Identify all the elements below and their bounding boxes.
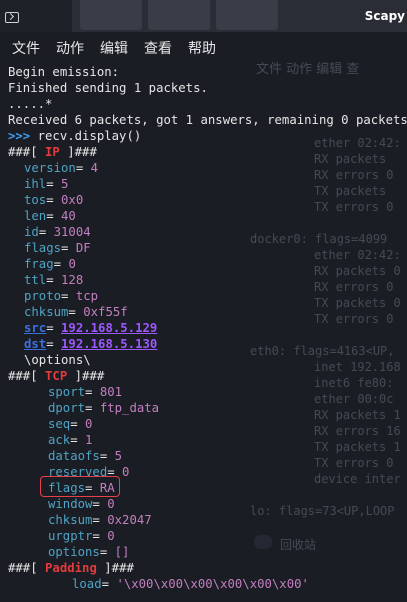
src-address: 192.168.5.129	[61, 321, 158, 335]
field-value: '\x00\x00\x00\x00\x00\x00'	[116, 577, 309, 591]
ip-field: ttl= 128	[24, 273, 84, 287]
field-name: dataofs	[48, 449, 100, 463]
field-value: DF	[75, 241, 91, 255]
taskbar-tabs	[0, 0, 330, 32]
field-name: window	[48, 497, 93, 511]
field-name: sport	[48, 385, 86, 399]
terminal-icon	[5, 12, 19, 23]
ip-field-dst: dst= 192.168.5.130	[24, 337, 158, 351]
field-value: 128	[61, 273, 84, 287]
field-value: 1	[85, 433, 93, 447]
field-name: ack	[48, 433, 71, 447]
output-line: Begin emission:	[8, 65, 120, 79]
output-line: Finished sending 1 packets.	[8, 81, 208, 95]
field-name: dport	[48, 401, 86, 415]
terminal-tab[interactable]	[0, 0, 72, 32]
field-name: tos	[24, 193, 47, 207]
field-value: 0	[107, 497, 115, 511]
options-header: \options\	[24, 353, 91, 367]
field-name: load	[72, 577, 102, 591]
ip-field: proto= tcp	[24, 289, 99, 303]
command-text: recv.display()	[37, 129, 142, 143]
title-bar: Scapy	[0, 0, 407, 32]
layer-name: TCP	[45, 369, 68, 383]
tcp-field: options= []	[48, 545, 130, 559]
menu-file[interactable]: 文件	[12, 38, 40, 58]
taskbar-tab[interactable]	[216, 0, 278, 30]
field-value: 0xf55f	[83, 305, 128, 319]
output-line: Received 6 packets, got 1 answers, remai…	[8, 113, 407, 127]
ip-field: id= 31004	[24, 225, 91, 239]
tcp-field: dataofs= 5	[48, 449, 123, 463]
field-value: 0x0	[61, 193, 84, 207]
ip-field: tos= 0x0	[24, 193, 84, 207]
field-name: seq	[48, 417, 71, 431]
field-name: frag	[24, 257, 54, 271]
field-name: chksum	[48, 513, 93, 527]
output-line: .....*	[8, 97, 53, 111]
field-name: chksum	[24, 305, 69, 319]
field-value: 5	[61, 177, 69, 191]
dst-address: 192.168.5.130	[61, 337, 158, 351]
tcp-field: ack= 1	[48, 433, 93, 447]
field-name: dst	[24, 337, 47, 351]
field-name: src	[24, 321, 47, 335]
taskbar-tab[interactable]	[148, 0, 210, 30]
menu-edit[interactable]: 编辑	[100, 38, 128, 58]
ip-field: flags= DF	[24, 241, 91, 255]
field-value: ftp_data	[99, 401, 160, 415]
terminal-output[interactable]: Begin emission: Finished sending 1 packe…	[0, 60, 407, 602]
tcp-field: window= 0	[48, 497, 115, 511]
field-name: flags	[24, 241, 62, 255]
field-value: 0	[85, 417, 93, 431]
tcp-field: sport= 801	[48, 385, 123, 399]
field-name: options	[48, 545, 100, 559]
field-name: len	[24, 209, 47, 223]
ip-field: chksum= 0xf55f	[24, 305, 128, 319]
menu-bar: 文件 动作 编辑 查看 帮助	[0, 32, 407, 60]
field-value: 5	[114, 449, 123, 463]
field-value: 4	[90, 161, 99, 175]
command-line: >>> recv.display()	[8, 128, 141, 144]
window-title: Scapy	[364, 9, 405, 23]
field-name: version	[24, 161, 76, 175]
prompt: >>>	[8, 129, 31, 143]
field-value: tcp	[75, 289, 99, 303]
field-value: 31004	[53, 225, 91, 239]
field-value: 40	[61, 209, 76, 223]
padding-field: load= '\x00\x00\x00\x00\x00\x00'	[72, 577, 309, 591]
field-value: 0	[107, 529, 115, 543]
field-value: []	[114, 545, 130, 559]
menu-help[interactable]: 帮助	[188, 38, 216, 58]
field-name: id	[24, 225, 39, 239]
field-name: ihl	[24, 177, 47, 191]
field-value: 0	[122, 465, 130, 479]
field-value: 801	[99, 385, 123, 399]
layer-name: Padding	[45, 561, 97, 575]
layer-header-tcp: ###[ TCP ]###	[8, 369, 105, 383]
layer-header-padding: ###[ Padding ]###	[8, 561, 134, 575]
ip-field: ihl= 5	[24, 177, 69, 191]
tcp-field: urgptr= 0	[48, 529, 115, 543]
taskbar-tab[interactable]	[80, 0, 142, 30]
menu-view[interactable]: 查看	[144, 38, 172, 58]
tcp-field: dport= ftp_data	[48, 401, 160, 415]
field-name: urgptr	[48, 529, 93, 543]
field-name: ttl	[24, 273, 47, 287]
field-name: proto	[24, 289, 62, 303]
ip-field-src: src= 192.168.5.129	[24, 321, 158, 335]
field-value: 0	[68, 257, 76, 271]
ip-field: version= 4	[24, 161, 99, 175]
menu-action[interactable]: 动作	[56, 38, 84, 58]
layer-name: IP	[45, 145, 60, 159]
field-value: 0x2047	[107, 513, 152, 527]
flags-highlight-box	[40, 476, 120, 497]
ip-field: frag= 0	[24, 257, 76, 271]
tcp-field: chksum= 0x2047	[48, 513, 152, 527]
tcp-field: seq= 0	[48, 417, 93, 431]
ip-field: len= 40	[24, 209, 76, 223]
layer-header-ip: ###[ IP ]###	[8, 145, 97, 159]
